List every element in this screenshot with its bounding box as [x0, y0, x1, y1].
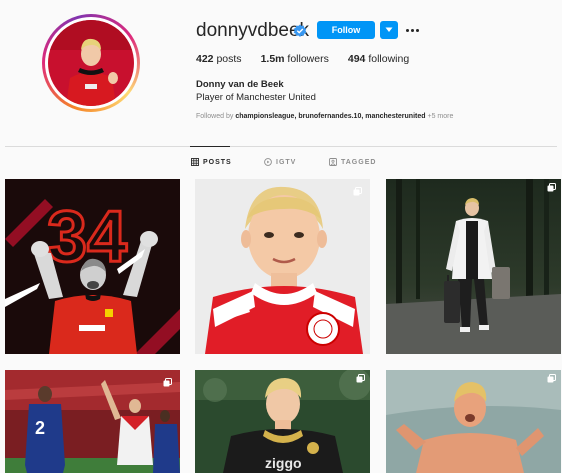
- carousel-icon: [547, 374, 556, 383]
- tag-icon: [329, 158, 337, 166]
- profile-stats: 422 posts 1.5m followers 494 following: [196, 53, 428, 65]
- followers-link[interactable]: 1.5m followers: [261, 53, 329, 65]
- more-options-icon[interactable]: [406, 21, 422, 39]
- profile-full-name: Donny van de Beek: [196, 79, 284, 90]
- post-thumbnail[interactable]: [386, 179, 561, 354]
- post-thumbnail[interactable]: 34: [5, 179, 180, 354]
- following-link[interactable]: 494 following: [348, 53, 409, 65]
- followed-by-text[interactable]: Followed by championsleague, brunofernan…: [196, 113, 453, 120]
- post-thumbnail[interactable]: [195, 179, 370, 354]
- post-thumbnail[interactable]: 2: [5, 370, 180, 473]
- igtv-icon: [264, 158, 272, 166]
- tab-tagged[interactable]: TAGGED: [329, 158, 376, 166]
- post-thumbnail[interactable]: [386, 370, 561, 473]
- tabs-divider: [5, 146, 557, 147]
- carousel-icon: [356, 374, 365, 383]
- tab-igtv[interactable]: IGTV: [264, 158, 296, 166]
- posts-count: 422 posts: [196, 53, 242, 65]
- active-tab-indicator: [190, 146, 230, 147]
- grid-icon: [191, 158, 199, 166]
- carousel-icon: [547, 183, 556, 192]
- post-thumbnail[interactable]: ziggo: [195, 370, 370, 473]
- svg-text:ziggo: ziggo: [265, 455, 302, 471]
- profile-tabs: POSTS IGTV TAGGED: [0, 158, 562, 170]
- carousel-icon: [353, 183, 362, 196]
- svg-text:2: 2: [35, 418, 45, 438]
- chevron-down-icon: [385, 27, 393, 32]
- verified-badge-icon: [293, 24, 307, 37]
- carousel-icon: [163, 374, 172, 387]
- profile-avatar[interactable]: [42, 14, 140, 112]
- follow-button[interactable]: Follow: [317, 21, 375, 39]
- tab-posts[interactable]: POSTS: [191, 158, 232, 166]
- profile-bio: Player of Manchester United: [196, 92, 316, 103]
- suggested-accounts-button[interactable]: [380, 21, 398, 39]
